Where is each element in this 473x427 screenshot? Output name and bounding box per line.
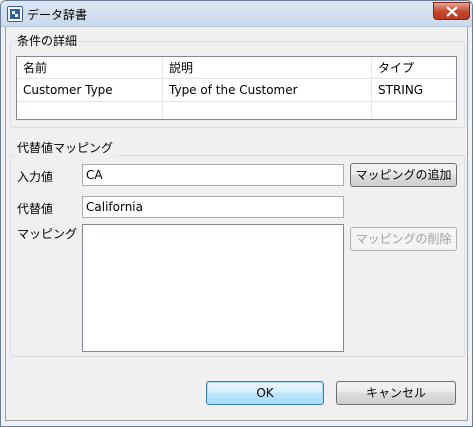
add-mapping-button[interactable]: マッピングの追加 bbox=[350, 163, 457, 187]
column-header-name[interactable]: 名前 bbox=[17, 57, 163, 79]
delete-mapping-button[interactable]: マッピングの削除 bbox=[350, 227, 457, 251]
alt-value-label: 代替値 bbox=[17, 202, 54, 216]
table-cell[interactable]: STRING bbox=[372, 79, 456, 101]
table-row[interactable] bbox=[372, 101, 456, 119]
dialog-window: データ辞書 条件の詳細 名前 説明 タイプ Customer Type Type… bbox=[0, 0, 473, 427]
mapping-group-label: 代替値マッピング bbox=[15, 139, 116, 156]
table-cell[interactable]: Type of the Customer bbox=[163, 79, 372, 101]
alt-value-field[interactable]: California bbox=[82, 196, 344, 218]
cancel-button[interactable]: キャンセル bbox=[336, 381, 456, 405]
window-title: データ辞書 bbox=[27, 8, 88, 22]
mapping-label: マッピング bbox=[17, 227, 78, 241]
ok-button[interactable]: OK bbox=[206, 381, 324, 405]
app-icon bbox=[7, 6, 23, 22]
mapping-list[interactable] bbox=[82, 224, 344, 352]
table-cell[interactable]: Customer Type bbox=[17, 79, 163, 101]
input-value-label: 入力値 bbox=[17, 170, 54, 184]
input-value-field[interactable]: CA bbox=[82, 164, 344, 186]
table-row[interactable] bbox=[163, 101, 372, 119]
close-icon bbox=[446, 6, 458, 17]
column-header-type[interactable]: タイプ bbox=[372, 57, 456, 79]
table-row[interactable] bbox=[17, 101, 163, 119]
column-header-description[interactable]: 説明 bbox=[163, 57, 372, 79]
close-button[interactable] bbox=[433, 2, 470, 20]
condition-table[interactable]: 名前 説明 タイプ Customer Type Type of the Cust… bbox=[16, 56, 457, 120]
title-bar[interactable]: データ辞書 bbox=[1, 1, 472, 27]
condition-group-label: 条件の詳細 bbox=[15, 32, 80, 49]
